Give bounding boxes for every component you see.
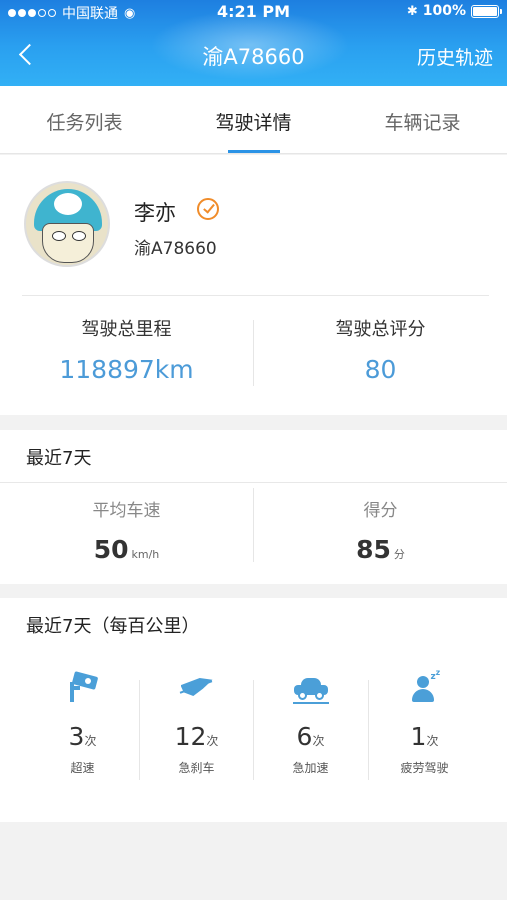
hard-brake-count-row: 12次	[139, 722, 254, 751]
hard-brake-count: 12	[174, 722, 207, 751]
hard-brake-label: 急刹车	[178, 761, 215, 775]
avatar-left-eye	[52, 231, 66, 241]
bluetooth-icon: ✱	[406, 3, 418, 19]
battery-percent: 100%	[422, 3, 466, 19]
status-bar: 中国联通 ◉ 4:21 PM ✱ 100%	[0, 0, 507, 24]
app-header: 中国联通 ◉ 4:21 PM ✱ 100% 渝A78660 历史轨迹	[0, 0, 507, 86]
avg-speed-value-row: 50 km/h	[0, 535, 253, 564]
tab-label: 驾驶详情	[215, 112, 292, 134]
speed-camera-icon	[65, 671, 101, 704]
count-unit: 次	[312, 734, 325, 748]
fatigue-driving-count-row: 1次	[367, 722, 482, 751]
total-mileage-label: 驾驶总里程	[81, 319, 172, 340]
count-unit: 次	[206, 734, 219, 748]
rapid-acceleration-label: 急加速	[292, 761, 329, 775]
total-score-stat: 驾驶总评分 80	[254, 315, 507, 384]
section-title: 最近7天（每百公里）	[26, 616, 200, 637]
navigation-bar: 渝A78660 历史轨迹	[0, 28, 507, 84]
section-title: 最近7天	[26, 448, 92, 469]
battery-icon	[471, 4, 502, 18]
speeding-count-row: 3次	[25, 722, 140, 751]
score-value-row: 85 分	[254, 535, 507, 564]
active-tab-indicator	[227, 150, 280, 153]
rapid-acceleration-count-row: 6次	[253, 722, 368, 751]
fatigue-driving-icon: zz	[407, 668, 443, 704]
driver-plate: 渝A78660	[134, 239, 217, 259]
driver-profile-card: 李亦 渝A78660 驾驶总里程 118897km 驾驶总评分 80	[0, 155, 507, 415]
score-unit: 分	[393, 548, 405, 561]
total-score-label: 驾驶总评分	[335, 319, 426, 340]
recent-7-days-card: 最近7天 平均车速 50 km/h 得分 85 分	[0, 430, 507, 584]
fatigue-driving-label: 疲劳驾驶	[400, 761, 449, 775]
behaviour-per-100km-card: 最近7天（每百公里） 3次 超速 12次 急刹车 6次 急加速 zz 1次 疲劳…	[0, 598, 507, 822]
avatar[interactable]	[24, 181, 110, 267]
rapid-acceleration-stat: 6次 急加速	[253, 672, 368, 776]
rapid-acceleration-count: 6	[296, 722, 313, 751]
hard-brake-icon	[179, 672, 215, 704]
hard-brake-stat: 12次 急刹车	[139, 672, 254, 776]
verified-icon	[197, 198, 219, 220]
avg-speed-value: 50	[93, 535, 129, 564]
fatigue-driving-count: 1	[410, 722, 427, 751]
total-score-value: 80	[364, 355, 397, 384]
count-unit: 次	[84, 734, 97, 748]
avg-speed-unit: km/h	[131, 548, 160, 561]
divider	[22, 295, 489, 296]
tab-label: 任务列表	[46, 112, 123, 134]
speeding-stat: 3次 超速	[25, 671, 140, 776]
avg-speed-label: 平均车速	[92, 501, 161, 521]
score-value: 85	[356, 535, 391, 564]
score-stat: 得分 85 分	[254, 496, 507, 564]
tab-vehicle-records[interactable]: 车辆记录	[338, 86, 507, 153]
fatigue-driving-stat: zz 1次 疲劳驾驶	[367, 668, 482, 776]
avatar-face	[42, 223, 94, 263]
score-label: 得分	[363, 501, 398, 521]
count-unit: 次	[426, 734, 439, 748]
avatar-hat-face	[54, 193, 82, 215]
avatar-right-eye	[72, 231, 86, 241]
speeding-count: 3	[68, 722, 85, 751]
tab-label: 车辆记录	[384, 112, 461, 134]
speeding-label: 超速	[70, 761, 95, 775]
driver-name: 李亦	[134, 201, 176, 225]
status-right: ✱ 100%	[406, 3, 502, 19]
tab-driving-details[interactable]: 驾驶详情	[169, 86, 338, 153]
history-track-button[interactable]: 历史轨迹	[417, 43, 493, 70]
total-mileage-stat: 驾驶总里程 118897km	[0, 315, 253, 384]
avg-speed-stat: 平均车速 50 km/h	[0, 496, 253, 564]
divider	[0, 482, 507, 483]
total-mileage-value: 118897km	[59, 355, 194, 384]
tab-bar: 任务列表 驾驶详情 车辆记录	[0, 86, 507, 154]
tab-task-list[interactable]: 任务列表	[0, 86, 169, 153]
rapid-acceleration-car-icon	[292, 672, 329, 704]
